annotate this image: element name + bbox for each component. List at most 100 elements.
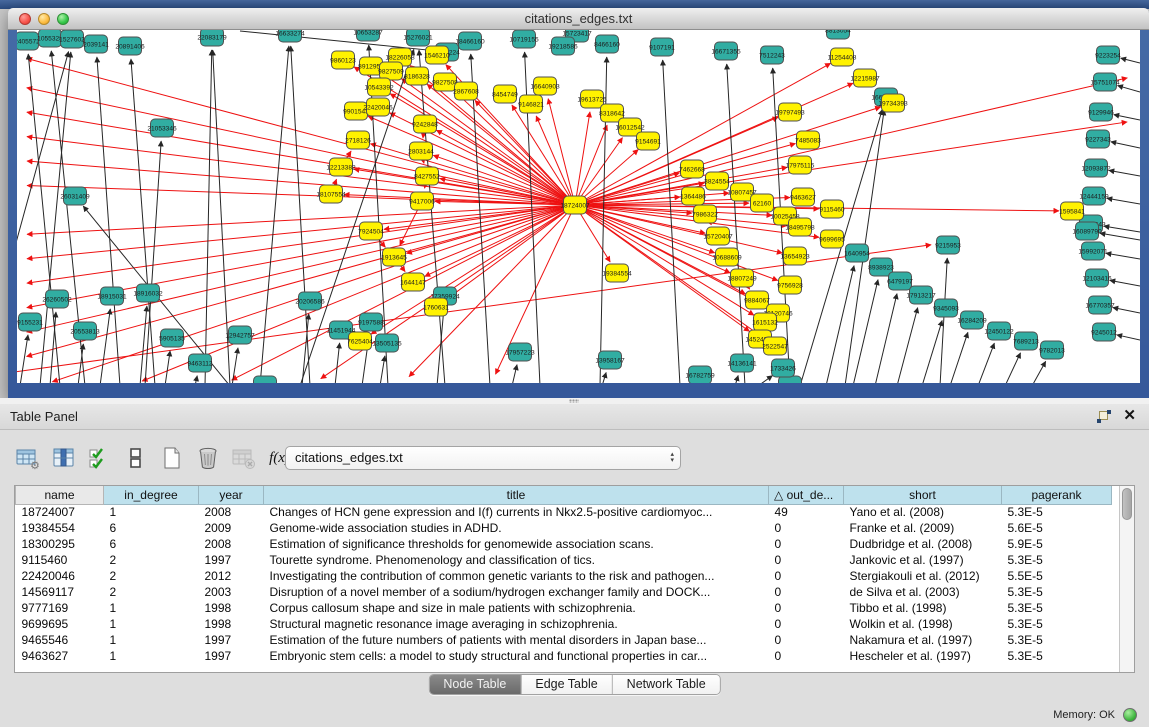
graph-node-selected[interactable]: 19797493 bbox=[775, 103, 805, 121]
graph-node[interactable]: 9197588 bbox=[358, 313, 384, 331]
graph-node-selected[interactable]: 18724007 bbox=[560, 196, 590, 214]
column-header-title[interactable]: title bbox=[264, 486, 769, 504]
graph-node-selected[interactable]: 1615132 bbox=[752, 313, 778, 331]
graph-node[interactable]: 9782013 bbox=[1039, 341, 1065, 359]
graph-node-selected[interactable]: 13654923 bbox=[780, 247, 810, 265]
delete-entry-icon[interactable] bbox=[194, 445, 221, 472]
graph-node[interactable]: 16284209 bbox=[957, 311, 987, 329]
graph-node-selected[interactable]: 18107554 bbox=[316, 185, 346, 203]
graph-node[interactable]: 16782759 bbox=[685, 366, 715, 383]
graph-node[interactable]: 9155231 bbox=[17, 313, 43, 331]
graph-node[interactable]: 12450122 bbox=[984, 322, 1014, 340]
graph-node[interactable]: 19743845 bbox=[250, 376, 280, 383]
graph-node-selected[interactable]: 8454749 bbox=[492, 85, 518, 103]
graph-node-selected[interactable]: 12215987 bbox=[850, 69, 880, 87]
column-header-out_degree[interactable]: △ out_de... bbox=[769, 486, 844, 504]
column-header-year[interactable]: year bbox=[199, 486, 264, 504]
graph-node-selected[interactable]: 2718126 bbox=[345, 131, 371, 149]
memory-status-icon[interactable] bbox=[1123, 708, 1137, 722]
tab-network-table[interactable]: Network Table bbox=[612, 675, 720, 694]
graph-node[interactable]: 10653287 bbox=[353, 30, 383, 41]
graph-node[interactable]: 9245012 bbox=[1091, 323, 1117, 341]
graph-node[interactable]: 1527602 bbox=[59, 30, 85, 48]
graph-node[interactable]: 22083179 bbox=[197, 30, 227, 46]
graph-node-selected[interactable]: 1546210 bbox=[424, 46, 450, 64]
graph-node-selected[interactable]: 19384554 bbox=[602, 264, 632, 282]
column-header-in_degree[interactable]: in_degree bbox=[104, 486, 199, 504]
show-columns-icon[interactable] bbox=[50, 445, 77, 472]
graph-node-selected[interactable]: 18807249 bbox=[727, 269, 757, 287]
table-row[interactable]: 1456911722003Disruption of a novel membe… bbox=[16, 584, 1112, 600]
graph-node-selected[interactable]: 10543392 bbox=[364, 78, 394, 96]
graph-node[interactable]: 1640954 bbox=[844, 244, 870, 262]
graph-node-selected[interactable]: 1913645 bbox=[381, 248, 407, 266]
graph-node-selected[interactable]: 2803144 bbox=[408, 142, 434, 160]
graph-node[interactable]: 18466160 bbox=[455, 32, 485, 50]
graph-node[interactable]: 12103416 bbox=[1082, 269, 1112, 287]
graph-node-selected[interactable]: 9827509 bbox=[378, 62, 404, 80]
graph-node-selected[interactable]: 8427552 bbox=[414, 167, 440, 185]
graph-node[interactable]: 16089790 bbox=[1072, 222, 1102, 240]
graph-node[interactable]: 2039141 bbox=[83, 35, 109, 53]
graph-node[interactable]: 15992071 bbox=[1078, 242, 1108, 260]
graph-node[interactable]: 19218586 bbox=[548, 37, 578, 55]
graph-node[interactable]: 26260502 bbox=[42, 290, 72, 308]
table-row[interactable]: 2242004622012Investigating the contribut… bbox=[16, 568, 1112, 584]
graph-node[interactable]: 6479197 bbox=[887, 272, 913, 290]
graph-node[interactable]: 17913217 bbox=[906, 286, 936, 304]
graph-node[interactable]: 8813054 bbox=[825, 30, 851, 39]
graph-node[interactable]: 7689213 bbox=[1013, 332, 1039, 350]
graph-node[interactable]: 10719155 bbox=[509, 30, 539, 48]
graph-node[interactable]: 26031409 bbox=[60, 187, 90, 205]
tab-edge-table[interactable]: Edge Table bbox=[520, 675, 611, 694]
graph-node-selected[interactable]: 17975115 bbox=[786, 156, 815, 174]
graph-node-selected[interactable]: 1644147 bbox=[400, 273, 426, 291]
graph-node[interactable]: 12444159 bbox=[1079, 187, 1109, 205]
select-all-icon[interactable] bbox=[86, 445, 113, 472]
scrollbar-thumb[interactable] bbox=[1122, 488, 1132, 520]
graph-node[interactable]: 13505135 bbox=[372, 334, 402, 352]
graph-node-selected[interactable]: 7462668 bbox=[679, 160, 705, 178]
graph-node[interactable]: 13958167 bbox=[595, 351, 625, 369]
column-header-name[interactable]: name bbox=[16, 486, 104, 504]
table-row[interactable]: 977716911998Corpus callosum shape and si… bbox=[16, 600, 1112, 616]
graph-node[interactable]: 21053346 bbox=[147, 119, 177, 137]
graph-node[interactable]: 9345093 bbox=[933, 299, 959, 317]
table-row[interactable]: 911546021997Tourette syndrome. Phenomeno… bbox=[16, 552, 1112, 568]
graph-node[interactable]: 20553813 bbox=[70, 322, 100, 340]
graph-node-selected[interactable]: 9463627 bbox=[790, 188, 816, 206]
graph-node[interactable]: 5905135 bbox=[159, 329, 185, 347]
network-canvas[interactable]: 1872400724055721055328152760220391412089… bbox=[17, 30, 1140, 383]
graph-node-selected[interactable]: 22420046 bbox=[363, 98, 393, 116]
graph-node-selected[interactable]: 11254408 bbox=[828, 48, 857, 66]
table-selector-combobox[interactable]: citations_edges.txt ▴▾ bbox=[285, 446, 681, 470]
graph-node[interactable]: 15751074 bbox=[1090, 73, 1120, 91]
graph-node[interactable]: 15276021 bbox=[403, 30, 433, 46]
graph-node-selected[interactable]: 10688609 bbox=[712, 248, 742, 266]
graph-node-selected[interactable]: 19734393 bbox=[878, 94, 908, 112]
graph-node-selected[interactable]: 7625404 bbox=[347, 332, 373, 350]
graph-node[interactable]: 12942757 bbox=[225, 326, 255, 344]
graph-node-selected[interactable]: 9884067 bbox=[744, 291, 770, 309]
graph-node[interactable]: 18915031 bbox=[97, 287, 127, 305]
graph-node-selected[interactable]: 7924504 bbox=[358, 222, 384, 240]
graph-node[interactable]: 18916032 bbox=[133, 284, 163, 302]
column-header-pagerank[interactable]: pagerank bbox=[1002, 486, 1112, 504]
graph-node[interactable]: 9223254 bbox=[1095, 46, 1121, 64]
graph-node[interactable]: 20206586 bbox=[295, 292, 325, 310]
graph-node-selected[interactable]: 2522547 bbox=[762, 337, 788, 355]
graph-node[interactable]: 14136141 bbox=[727, 354, 757, 372]
graph-node-selected[interactable]: 8186328 bbox=[404, 67, 430, 85]
graph-node-selected[interactable]: 7986322 bbox=[692, 205, 718, 223]
table-row[interactable]: 1872400712008Changes of HCN gene express… bbox=[16, 504, 1112, 520]
graph-node-selected[interactable]: 1364486 bbox=[680, 187, 706, 205]
graph-node[interactable]: 12093872 bbox=[1081, 159, 1111, 177]
graph-node-selected[interactable]: 16640903 bbox=[530, 77, 560, 95]
table-row[interactable]: 1830029562008Estimation of significance … bbox=[16, 536, 1112, 552]
graph-node-selected[interactable]: 9146821 bbox=[518, 95, 544, 113]
graph-node-selected[interactable]: 9115460 bbox=[819, 200, 845, 218]
table-row[interactable]: 946362711997Embryonic stem cells: a mode… bbox=[16, 648, 1112, 664]
graph-node-selected[interactable]: 12213382 bbox=[326, 158, 356, 176]
graph-node-selected[interactable]: 9154691 bbox=[635, 132, 661, 150]
network-window-titlebar[interactable]: citations_edges.txt bbox=[8, 8, 1149, 30]
